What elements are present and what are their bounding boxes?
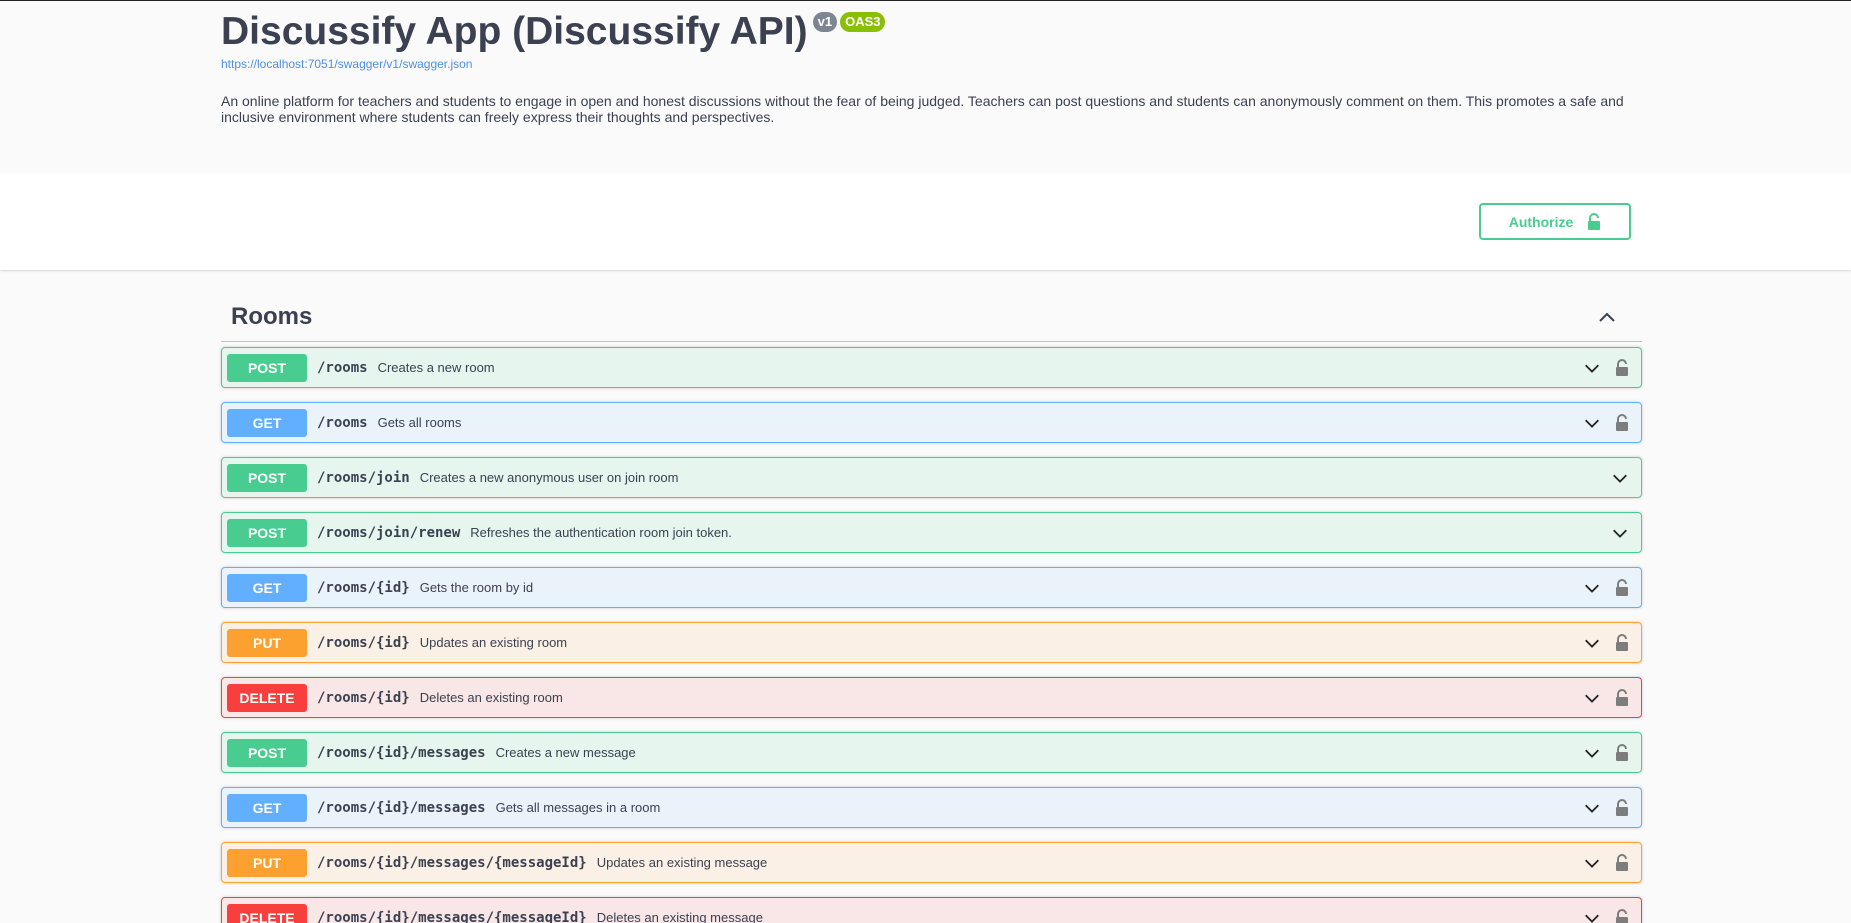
method-badge: POST <box>227 738 307 767</box>
oas-badge: OAS3 <box>840 12 886 32</box>
method-badge: POST <box>227 353 307 382</box>
method-badge: PUT <box>227 628 307 657</box>
chevron-down-icon[interactable] <box>1583 909 1601 923</box>
lock-icon[interactable] <box>1615 688 1629 707</box>
operation-delete-row[interactable]: DELETE/rooms/{id}/messages/{messageId} De… <box>221 897 1642 923</box>
operation-controls <box>1583 403 1629 442</box>
chevron-up-icon[interactable] <box>1597 307 1617 327</box>
operation-post-row[interactable]: POST/rooms/join/renew Refreshes the authe… <box>221 512 1642 553</box>
method-badge: PUT <box>227 848 307 877</box>
operation-controls <box>1583 898 1629 923</box>
endpoint-summary: Gets all rooms <box>377 415 462 430</box>
operation-get-row[interactable]: GET/rooms Gets all rooms <box>221 402 1642 443</box>
operation-post-row[interactable]: POST/rooms/join Creates a new anonymous u… <box>221 457 1642 498</box>
endpoint-summary: Gets the room by id <box>419 580 534 595</box>
lock-icon[interactable] <box>1615 578 1629 597</box>
endpoint-path: /rooms/{id} <box>317 634 410 651</box>
lock-icon[interactable] <box>1615 743 1629 762</box>
operation-controls <box>1583 788 1629 827</box>
method-badge: DELETE <box>227 903 307 923</box>
operation-put-row[interactable]: PUT/rooms/{id}/messages/{messageId} Updat… <box>221 842 1642 883</box>
chevron-down-icon[interactable] <box>1583 744 1601 762</box>
chevron-down-icon[interactable] <box>1611 469 1629 487</box>
method-badge: GET <box>227 408 307 437</box>
chevron-down-icon[interactable] <box>1583 359 1601 377</box>
operation-controls <box>1583 733 1629 772</box>
method-badge: GET <box>227 573 307 602</box>
operation-controls <box>1583 843 1629 882</box>
scheme-container: Authorize <box>0 173 1851 270</box>
endpoint-path: /rooms/{id} <box>317 689 410 706</box>
endpoint-path: /rooms/{id} <box>317 579 410 596</box>
endpoint-path: /rooms <box>317 359 368 376</box>
chevron-down-icon[interactable] <box>1583 579 1601 597</box>
lock-icon[interactable] <box>1615 908 1629 923</box>
operation-post-row[interactable]: POST/rooms Creates a new room <box>221 347 1642 388</box>
api-title: Discussify App (Discussify API) <box>221 10 808 53</box>
method-badge: POST <box>227 518 307 547</box>
method-badge: POST <box>227 463 307 492</box>
chevron-down-icon[interactable] <box>1583 799 1601 817</box>
chevron-down-icon[interactable] <box>1583 689 1601 707</box>
operation-controls <box>1611 458 1629 497</box>
endpoint-summary: Refreshes the authentication room join t… <box>470 525 732 540</box>
unlock-icon <box>1588 212 1601 230</box>
lock-icon[interactable] <box>1615 413 1629 432</box>
operation-get-row[interactable]: GET/rooms/{id}/messages Gets all messages… <box>221 787 1642 828</box>
authorize-button[interactable]: Authorize <box>1479 203 1631 240</box>
info-section: Discussify App (Discussify API) v1 OAS3 … <box>221 1 1642 173</box>
endpoint-path: /rooms/join <box>317 469 410 486</box>
endpoint-summary: Gets all messages in a room <box>495 800 661 815</box>
endpoint-summary: Deletes an existing message <box>596 910 763 923</box>
authorize-label: Authorize <box>1508 213 1574 230</box>
operation-controls <box>1583 623 1629 662</box>
api-description: An online platform for teachers and stud… <box>221 93 1624 125</box>
lock-icon[interactable] <box>1615 358 1629 377</box>
operation-post-row[interactable]: POST/rooms/{id}/messages Creates a new me… <box>221 732 1642 773</box>
endpoint-summary: Updates an existing message <box>596 855 768 870</box>
endpoint-path: /rooms/join/renew <box>317 524 461 541</box>
title-row: Discussify App (Discussify API) v1 OAS3 <box>221 11 1642 53</box>
endpoint-path: /rooms/{id}/messages <box>317 799 486 816</box>
version-badge: v1 <box>812 12 838 32</box>
chevron-down-icon[interactable] <box>1611 524 1629 542</box>
operation-delete-row[interactable]: DELETE/rooms/{id} Deletes an existing roo… <box>221 677 1642 718</box>
rooms-tag-section: Rooms POST/rooms Creates a new room GET/ro… <box>221 270 1642 923</box>
method-badge: DELETE <box>227 683 307 712</box>
operation-controls <box>1583 348 1629 387</box>
operation-controls <box>1583 678 1629 717</box>
spec-url-link[interactable]: https://localhost:7051/swagger/v1/swagge… <box>221 57 1642 71</box>
lock-icon[interactable] <box>1615 853 1629 872</box>
operation-put-row[interactable]: PUT/rooms/{id} Updates an existing room <box>221 622 1642 663</box>
method-badge: GET <box>227 793 307 822</box>
lock-icon[interactable] <box>1615 798 1629 817</box>
endpoint-path: /rooms/{id}/messages/{messageId} <box>317 909 587 923</box>
endpoint-path: /rooms/{id}/messages <box>317 744 486 761</box>
endpoint-summary: Creates a new message <box>495 745 636 760</box>
lock-icon[interactable] <box>1615 633 1629 652</box>
operation-controls <box>1611 513 1629 552</box>
endpoint-path: /rooms <box>317 414 368 431</box>
chevron-down-icon[interactable] <box>1583 634 1601 652</box>
endpoint-summary: Updates an existing room <box>419 635 568 650</box>
chevron-down-icon[interactable] <box>1583 854 1601 872</box>
tag-header-rooms[interactable]: Rooms <box>221 292 1642 342</box>
endpoint-summary: Creates a new anonymous user on join roo… <box>419 470 679 485</box>
chevron-down-icon[interactable] <box>1583 414 1601 432</box>
endpoint-summary: Creates a new room <box>377 360 495 375</box>
endpoint-summary: Deletes an existing room <box>419 690 563 705</box>
endpoint-path: /rooms/{id}/messages/{messageId} <box>317 854 587 871</box>
operation-controls <box>1583 568 1629 607</box>
tag-name: Rooms <box>231 302 313 330</box>
operation-get-row[interactable]: GET/rooms/{id} Gets the room by id <box>221 567 1642 608</box>
